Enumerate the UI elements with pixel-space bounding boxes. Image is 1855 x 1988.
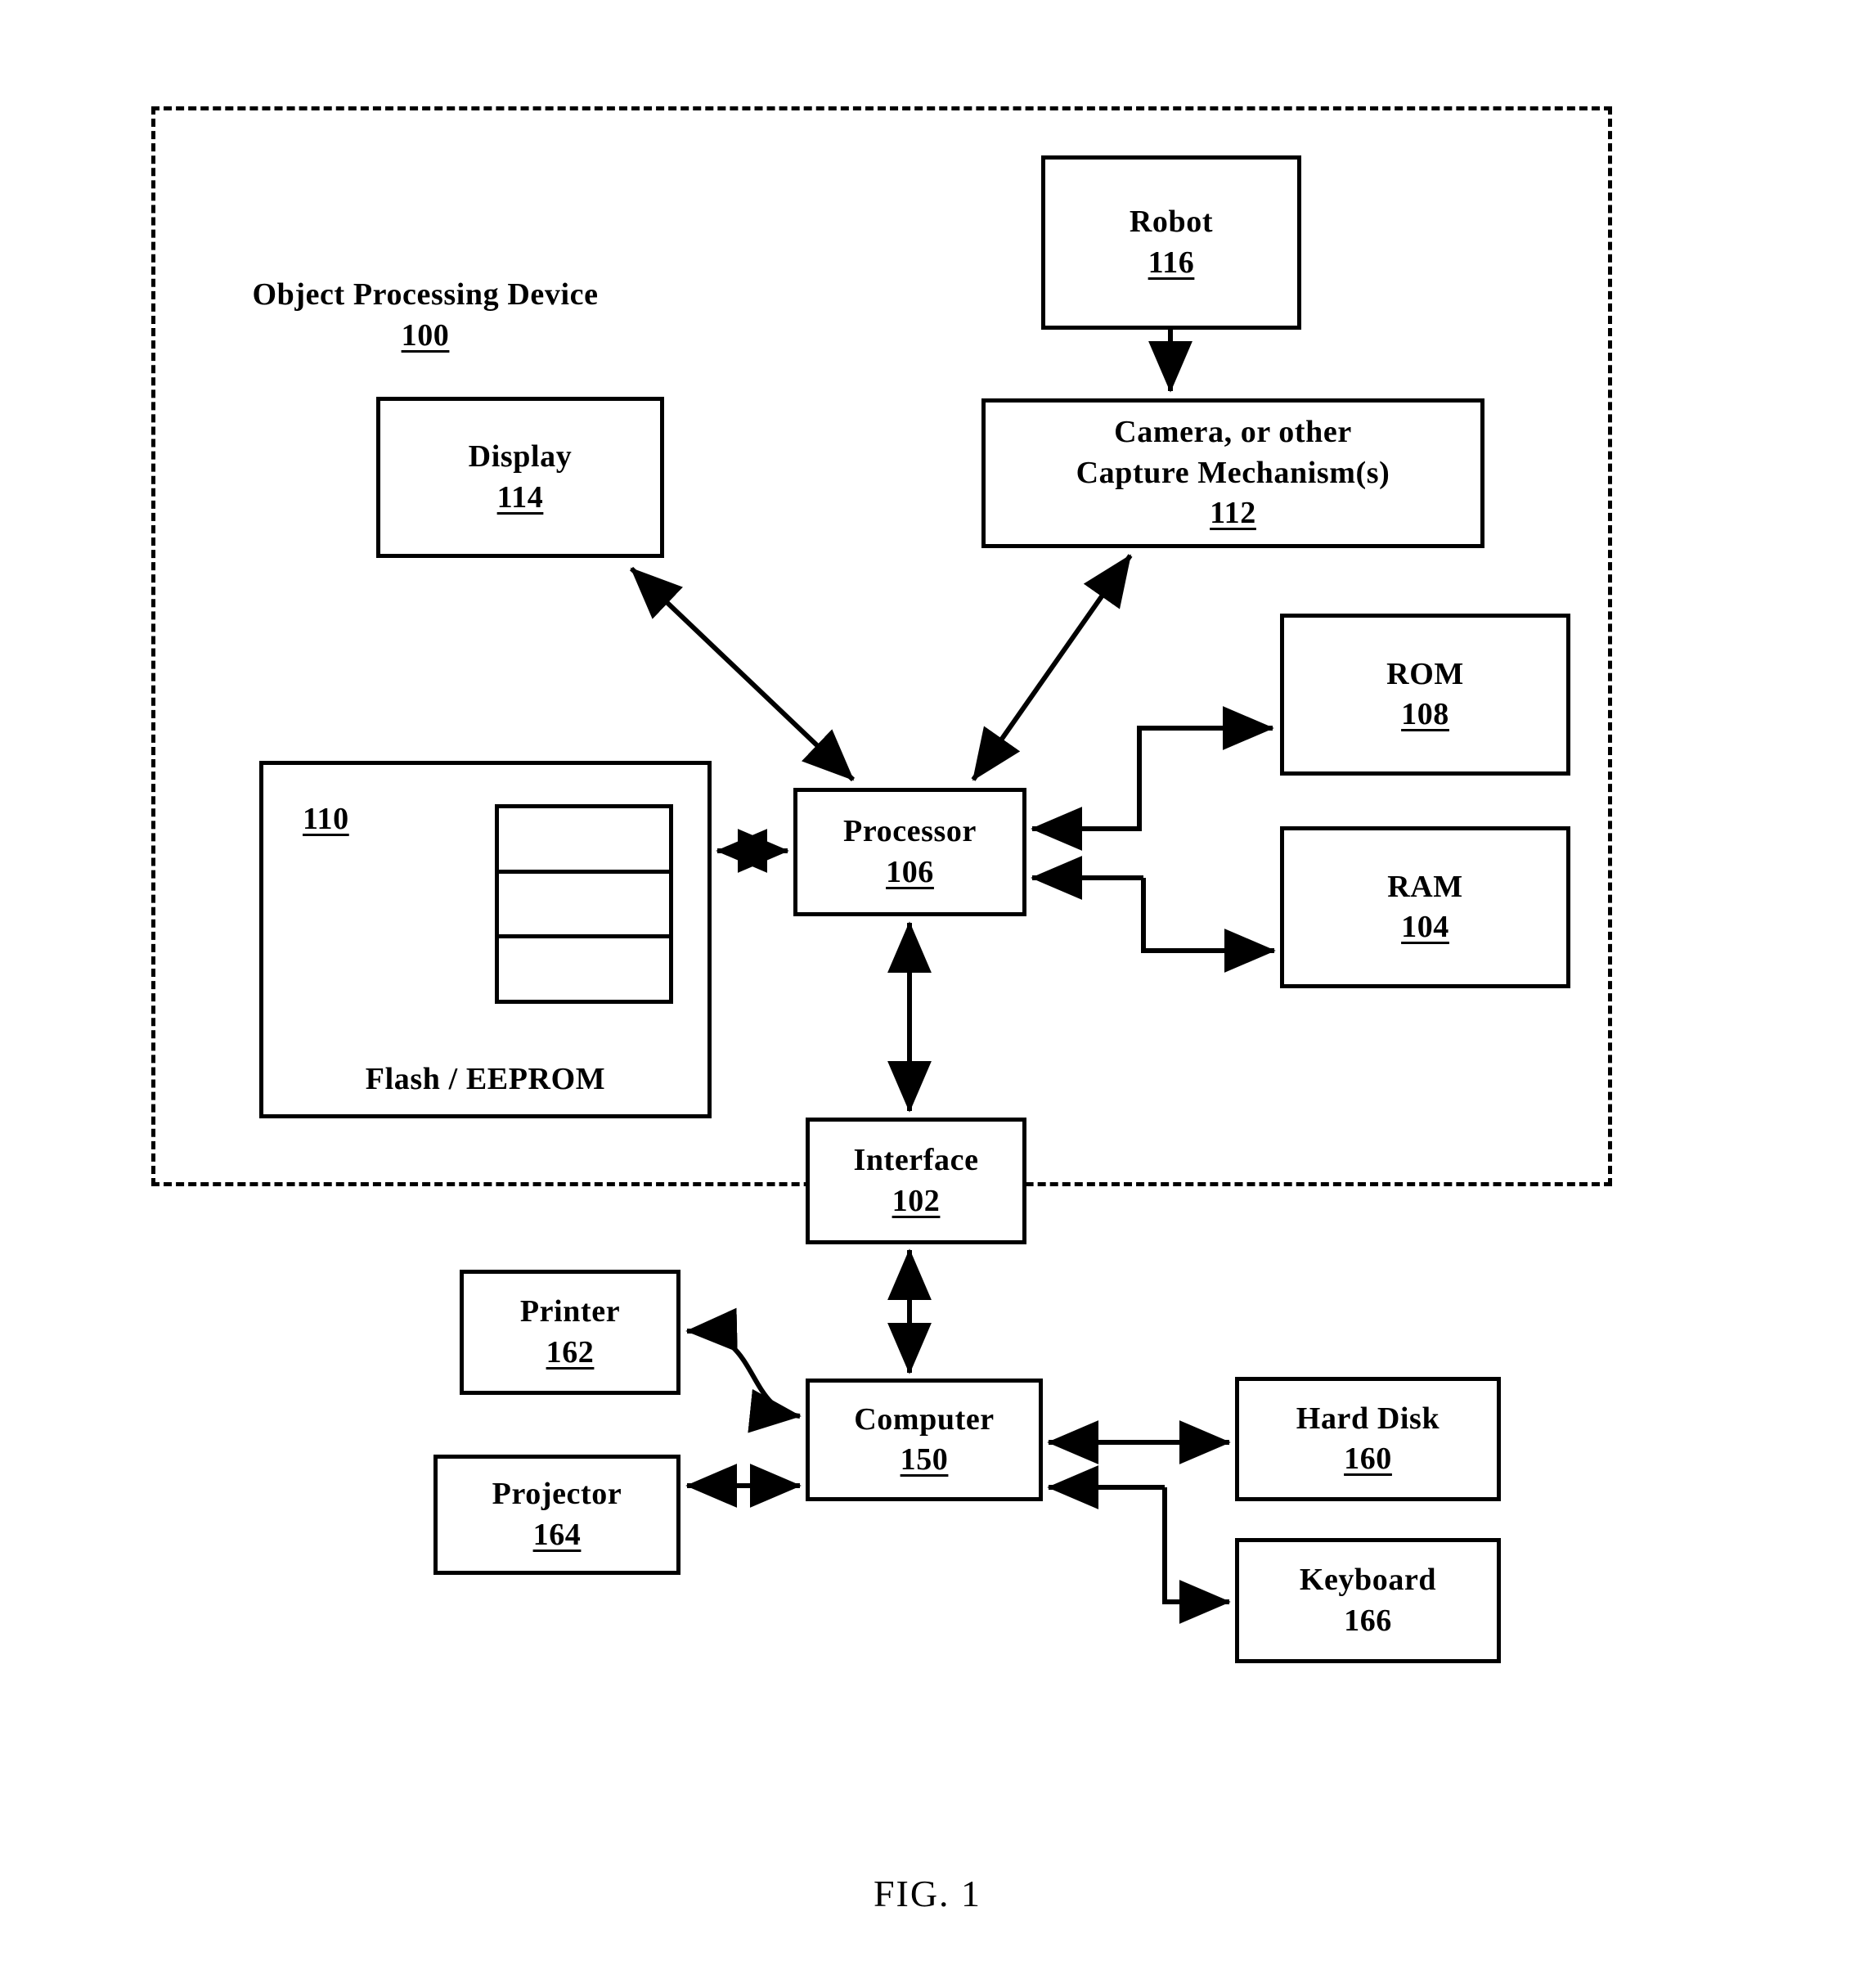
node-camera-capture-mechanism[interactable]: Camera, or other Capture Mechanism(s) 11… [981, 398, 1484, 548]
node-display-ref: 114 [496, 479, 544, 515]
node-keyboard-ref: 166 [1344, 1603, 1392, 1638]
node-hard-disk[interactable]: Hard Disk 160 [1235, 1377, 1501, 1501]
boundary-label-ref: 100 [401, 318, 450, 353]
node-ram[interactable]: RAM 104 [1280, 826, 1570, 988]
node-processor-title: Processor [843, 814, 977, 849]
node-hard-disk-ref: 160 [1344, 1442, 1392, 1476]
node-computer[interactable]: Computer 150 [806, 1379, 1043, 1501]
node-rom-ref: 108 [1401, 697, 1449, 731]
node-projector[interactable]: Projector 164 [433, 1455, 680, 1575]
node-keyboard[interactable]: Keyboard 166 [1235, 1538, 1501, 1663]
node-robot[interactable]: Robot 116 [1041, 155, 1301, 330]
node-processor[interactable]: Processor 106 [793, 788, 1026, 916]
node-printer-title: Printer [519, 1294, 621, 1329]
node-printer[interactable]: Printer 162 [460, 1270, 680, 1395]
node-rom[interactable]: ROM 108 [1280, 614, 1570, 776]
node-rom-title: ROM [1386, 656, 1464, 691]
node-computer-title: Computer [854, 1401, 995, 1437]
node-interface[interactable]: Interface 102 [806, 1118, 1026, 1244]
node-keyboard-title: Keyboard [1299, 1563, 1437, 1598]
node-projector-title: Projector [492, 1477, 622, 1512]
node-interface-title: Interface [853, 1143, 979, 1178]
node-computer-ref: 150 [900, 1442, 949, 1477]
flash-memory-cell [499, 938, 669, 1000]
node-camera-ref: 112 [1210, 496, 1256, 531]
node-printer-ref: 162 [546, 1334, 595, 1370]
node-flash-caption: Flash / EEPROM [365, 1062, 606, 1096]
node-processor-ref: 106 [886, 854, 934, 889]
flash-memory-cell [499, 808, 669, 874]
flash-memory-cell-stack [495, 804, 673, 1004]
patent-figure-page: Object Processing Device 100 Robot 116 C… [0, 0, 1855, 1988]
node-projector-ref: 164 [532, 1517, 582, 1552]
node-flash-eeprom[interactable]: 110 Flash / EEPROM [259, 761, 712, 1118]
node-ram-title: RAM [1387, 869, 1463, 904]
figure-caption: FIG. 1 [873, 1873, 982, 1914]
boundary-label-title: Object Processing Device [252, 277, 599, 312]
node-robot-title: Robot [1129, 205, 1214, 240]
node-camera-title-line1: Camera, or other [1114, 415, 1352, 450]
flash-memory-cell [499, 874, 669, 939]
wire-printer-computer [685, 1307, 802, 1433]
node-display[interactable]: Display 114 [376, 397, 664, 558]
node-camera-title-line2: Capture Mechanism(s) [1076, 455, 1390, 490]
wire-computer-keyboard-out [1162, 1487, 1231, 1624]
node-robot-ref: 116 [1148, 245, 1195, 280]
node-interface-ref: 102 [892, 1183, 941, 1218]
object-processing-device-label: Object Processing Device 100 [188, 274, 662, 356]
node-display-title: Display [468, 439, 573, 475]
node-ram-ref: 104 [1401, 910, 1449, 944]
node-flash-ref: 110 [303, 802, 349, 836]
node-hard-disk-title: Hard Disk [1296, 1401, 1440, 1436]
